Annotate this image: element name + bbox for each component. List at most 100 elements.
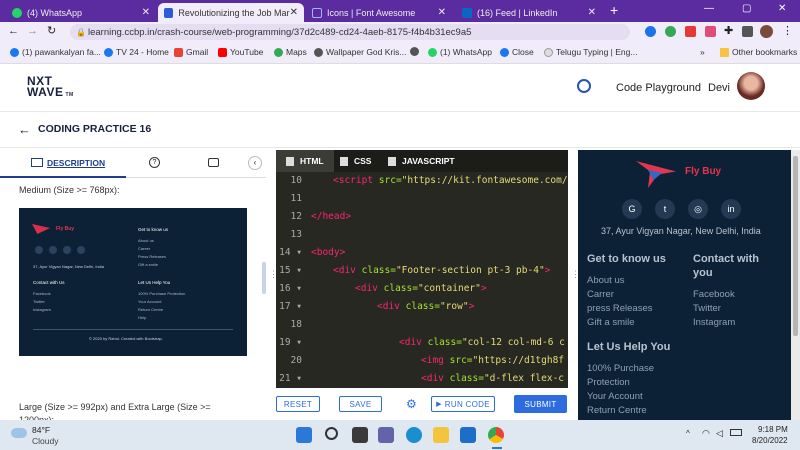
close-tab-icon[interactable]: ✕: [142, 7, 150, 18]
code-line[interactable]: 14 ▾ <body>: [276, 243, 568, 261]
tab-css[interactable]: CSS: [340, 150, 390, 172]
mail-icon[interactable]: [460, 427, 476, 443]
code-line[interactable]: 21 ▾ <div class="d-flex flex-c: [276, 369, 568, 387]
code-line[interactable]: 12 </head>: [276, 207, 568, 225]
extension-icon[interactable]: [645, 26, 656, 37]
puzzle-icon[interactable]: ✚: [724, 24, 733, 37]
weather-temp[interactable]: 84°F: [32, 425, 50, 435]
code-line[interactable]: 10 <script src="https://kit.fontawesome.c…: [276, 171, 568, 189]
bookmark-item[interactable]: Other bookmarks: [720, 47, 797, 57]
tab-whatsapp[interactable]: (4) WhatsApp ✕: [6, 3, 156, 22]
tab-javascript[interactable]: JAVASCRIPT: [388, 150, 478, 172]
task-view-icon[interactable]: [352, 427, 368, 443]
code-line[interactable]: 15 ▾ <div class="Footer-section pt-3 pb-4…: [276, 261, 568, 279]
new-tab-button[interactable]: +: [610, 2, 618, 18]
close-window-button[interactable]: ✕: [778, 3, 786, 14]
clock-date[interactable]: 8/20/2022: [752, 436, 788, 445]
chat-icon[interactable]: [378, 427, 394, 443]
bookmark-item[interactable]: [410, 47, 422, 56]
scrollbar-thumb[interactable]: [793, 156, 798, 336]
stopwatch-icon[interactable]: [577, 79, 591, 93]
forward-icon[interactable]: →: [27, 25, 38, 37]
submit-button[interactable]: SUBMIT: [514, 395, 567, 413]
tab-html[interactable]: HTML: [276, 150, 334, 172]
code-line[interactable]: 18: [276, 315, 568, 333]
save-button[interactable]: SAVE: [339, 396, 382, 412]
sidebar-icon[interactable]: [742, 26, 753, 37]
footer-link[interactable]: press Releases: [587, 303, 652, 314]
linkedin-icon[interactable]: in: [721, 199, 741, 219]
footer-link[interactable]: Instagram: [693, 317, 735, 328]
footer-link[interactable]: Protection: [587, 377, 630, 388]
tab-linkedin[interactable]: (16) Feed | LinkedIn ✕: [456, 3, 602, 22]
code-line[interactable]: 11: [276, 189, 568, 207]
extension-icon[interactable]: [705, 26, 716, 37]
twitter-icon[interactable]: t: [655, 199, 675, 219]
code-line[interactable]: 17 ▾ <div class="row">: [276, 297, 568, 315]
help-icon[interactable]: ?: [149, 157, 160, 168]
chevron-icon[interactable]: »: [700, 47, 705, 57]
reload-icon[interactable]: ↻: [47, 24, 56, 37]
footer-link[interactable]: 100% Purchase: [587, 363, 654, 374]
footer-link[interactable]: Gift a smile: [587, 317, 635, 328]
footer-link[interactable]: Twitter: [693, 303, 721, 314]
comment-icon[interactable]: [208, 158, 219, 167]
code-line[interactable]: 20 <img src="https://d1tgh8f: [276, 351, 568, 369]
code-line[interactable]: 13: [276, 225, 568, 243]
profile-avatar[interactable]: [760, 25, 773, 38]
code-line[interactable]: 16 ▾ <div class="container">: [276, 279, 568, 297]
tab-revolutionizing[interactable]: Revolutionizing the Job Market | ✕: [158, 3, 304, 22]
code-editor[interactable]: HTML CSS JAVASCRIPT 10 <script src="https…: [276, 150, 568, 388]
close-tab-icon[interactable]: ✕: [290, 7, 298, 18]
back-icon[interactable]: ←: [8, 25, 19, 37]
close-tab-icon[interactable]: ✕: [438, 7, 446, 18]
footer-link[interactable]: Facebook: [693, 289, 735, 300]
search-icon[interactable]: [325, 427, 338, 440]
more-menu-icon[interactable]: ⋮: [782, 24, 793, 37]
footer-link[interactable]: About us: [587, 275, 625, 286]
back-arrow-icon[interactable]: ←: [18, 122, 31, 137]
tab-font-awesome[interactable]: Icons | Font Awesome ✕: [306, 3, 452, 22]
close-tab-icon[interactable]: ✕: [588, 7, 596, 18]
wifi-icon[interactable]: ◠: [702, 428, 710, 439]
windows-start-icon[interactable]: [296, 427, 312, 443]
avatar[interactable]: [737, 72, 765, 100]
bookmark-item[interactable]: (1) WhatsApp: [428, 47, 492, 57]
bookmark-item[interactable]: Telugu Typing | Eng...: [544, 47, 637, 57]
code-playground-link[interactable]: Code Playground: [616, 82, 701, 94]
file-explorer-icon[interactable]: [433, 427, 449, 443]
scrollbar[interactable]: [262, 262, 266, 294]
bookmark-item[interactable]: TV 24 - Home: [104, 47, 169, 57]
minimize-button[interactable]: —: [704, 3, 714, 14]
footer-link[interactable]: Return Centre: [587, 405, 647, 416]
bookmark-item[interactable]: YouTube: [218, 47, 263, 57]
bookmark-item[interactable]: (1) pawankalyan fa...: [10, 47, 101, 57]
url-field[interactable]: 🔒 learning.ccbp.in/crash-course/web-prog…: [70, 24, 630, 40]
bookmark-item[interactable]: Wallpaper God Kris...: [314, 47, 406, 57]
extension-icon[interactable]: [685, 26, 696, 37]
settings-gear-icon[interactable]: ⚙: [406, 397, 417, 411]
bookmark-item[interactable]: Gmail: [174, 47, 208, 57]
footer-link[interactable]: Carrer: [587, 289, 614, 300]
bookmark-item[interactable]: Maps: [274, 47, 307, 57]
run-code-button[interactable]: ▶ RUN CODE: [431, 396, 495, 412]
footer-link[interactable]: Your Account: [587, 391, 643, 402]
clock-time[interactable]: 9:18 PM: [758, 425, 788, 434]
bookmark-item[interactable]: Close: [500, 47, 534, 57]
tab-description[interactable]: DESCRIPTION: [0, 148, 126, 178]
google-icon[interactable]: G: [622, 199, 642, 219]
code-line[interactable]: 19 ▾ <div class="col-12 col-md-6 c: [276, 333, 568, 351]
chrome-icon[interactable]: [488, 427, 504, 443]
scrollbar[interactable]: [791, 150, 800, 420]
weather-desc[interactable]: Cloudy: [32, 436, 58, 446]
reset-button[interactable]: RESET: [276, 396, 320, 412]
nxtwave-logo[interactable]: NXT WAVE TM: [27, 75, 74, 101]
instagram-icon[interactable]: ◎: [688, 199, 708, 219]
speaker-icon[interactable]: ◁: [716, 428, 723, 439]
extension-icon[interactable]: [665, 26, 676, 37]
edge-icon[interactable]: [406, 427, 422, 443]
collapse-panel-button[interactable]: ‹: [248, 156, 262, 170]
chevron-up-icon[interactable]: ^: [686, 429, 690, 438]
battery-icon[interactable]: [730, 429, 742, 436]
maximize-button[interactable]: ▢: [742, 3, 751, 14]
